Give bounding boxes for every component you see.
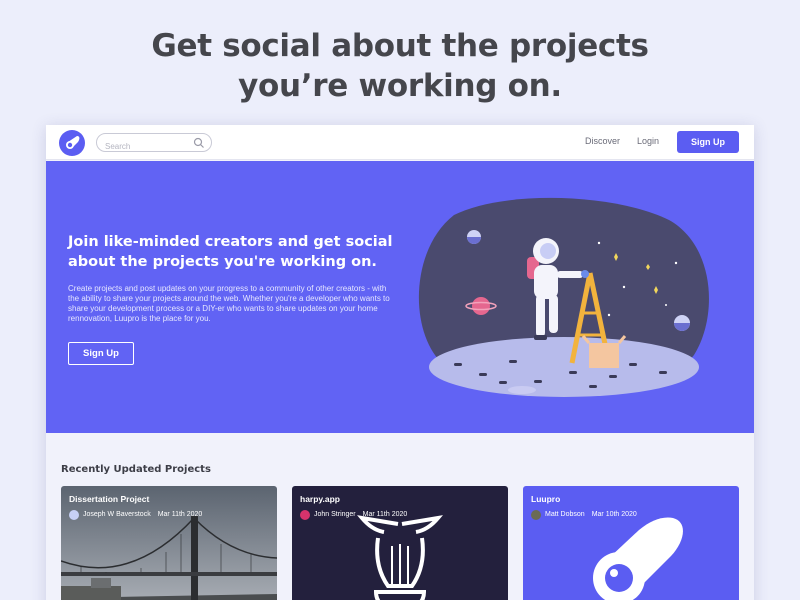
nav-signup-button[interactable]: Sign Up — [677, 131, 739, 153]
project-meta: Matt Dobson Mar 10th 2020 — [531, 509, 637, 520]
nav-discover-link[interactable]: Discover — [585, 136, 620, 146]
project-date: Mar 10th 2020 — [591, 511, 637, 518]
hero-description: Create projects and post updates on your… — [68, 284, 390, 323]
nav-login-link[interactable]: Login — [637, 136, 659, 146]
project-card-luupro[interactable]: Luupro Matt Dobson Mar 10th 2020 — [523, 486, 739, 600]
avatar[interactable] — [531, 509, 541, 520]
search-box[interactable] — [96, 133, 212, 155]
top-navbar: Discover Login Sign Up — [46, 125, 754, 160]
luupro-logo-icon[interactable] — [59, 130, 85, 156]
project-card-harpy[interactable]: harpy.app John Stringer Mar 11th 2020 — [292, 486, 508, 600]
project-title[interactable]: harpy.app — [300, 494, 340, 504]
project-author[interactable]: Matt Dobson — [545, 511, 585, 518]
marketing-headline: Get social about the projects you’re wor… — [0, 26, 800, 106]
hero-signup-button[interactable]: Sign Up — [68, 342, 134, 365]
project-title[interactable]: Luupro — [531, 494, 560, 504]
project-date: Mar 11th 2020 — [157, 511, 203, 518]
search-icon[interactable] — [193, 137, 205, 149]
project-meta: John Stringer Mar 11th 2020 — [300, 509, 407, 520]
avatar[interactable] — [300, 509, 310, 520]
planet-top-icon — [467, 230, 481, 244]
avatar[interactable] — [69, 509, 79, 520]
hero-title: Join like-minded creators and get social… — [68, 234, 393, 270]
headline-line-2: you’re working on. — [238, 68, 562, 104]
planet-right-icon — [674, 315, 690, 331]
project-meta: Joseph W Baverstock Mar 11th 2020 — [69, 509, 202, 520]
astronaut-illustration — [418, 197, 709, 397]
project-date: Mar 11th 2020 — [362, 511, 408, 518]
project-title[interactable]: Dissertation Project — [69, 494, 149, 504]
hero-banner: Join like-minded creators and get social… — [46, 161, 754, 433]
browser-frame: Discover Login Sign Up Join like-minded … — [46, 125, 754, 600]
project-author[interactable]: Joseph W Baverstock — [83, 511, 151, 518]
project-author[interactable]: John Stringer — [314, 511, 356, 518]
headline-line-1: Get social about the projects — [151, 28, 649, 64]
search-input[interactable] — [105, 138, 195, 155]
project-card-dissertation[interactable]: Dissertation Project Joseph W Baverstock… — [61, 486, 277, 600]
recent-projects-heading: Recently Updated Projects — [61, 464, 211, 475]
